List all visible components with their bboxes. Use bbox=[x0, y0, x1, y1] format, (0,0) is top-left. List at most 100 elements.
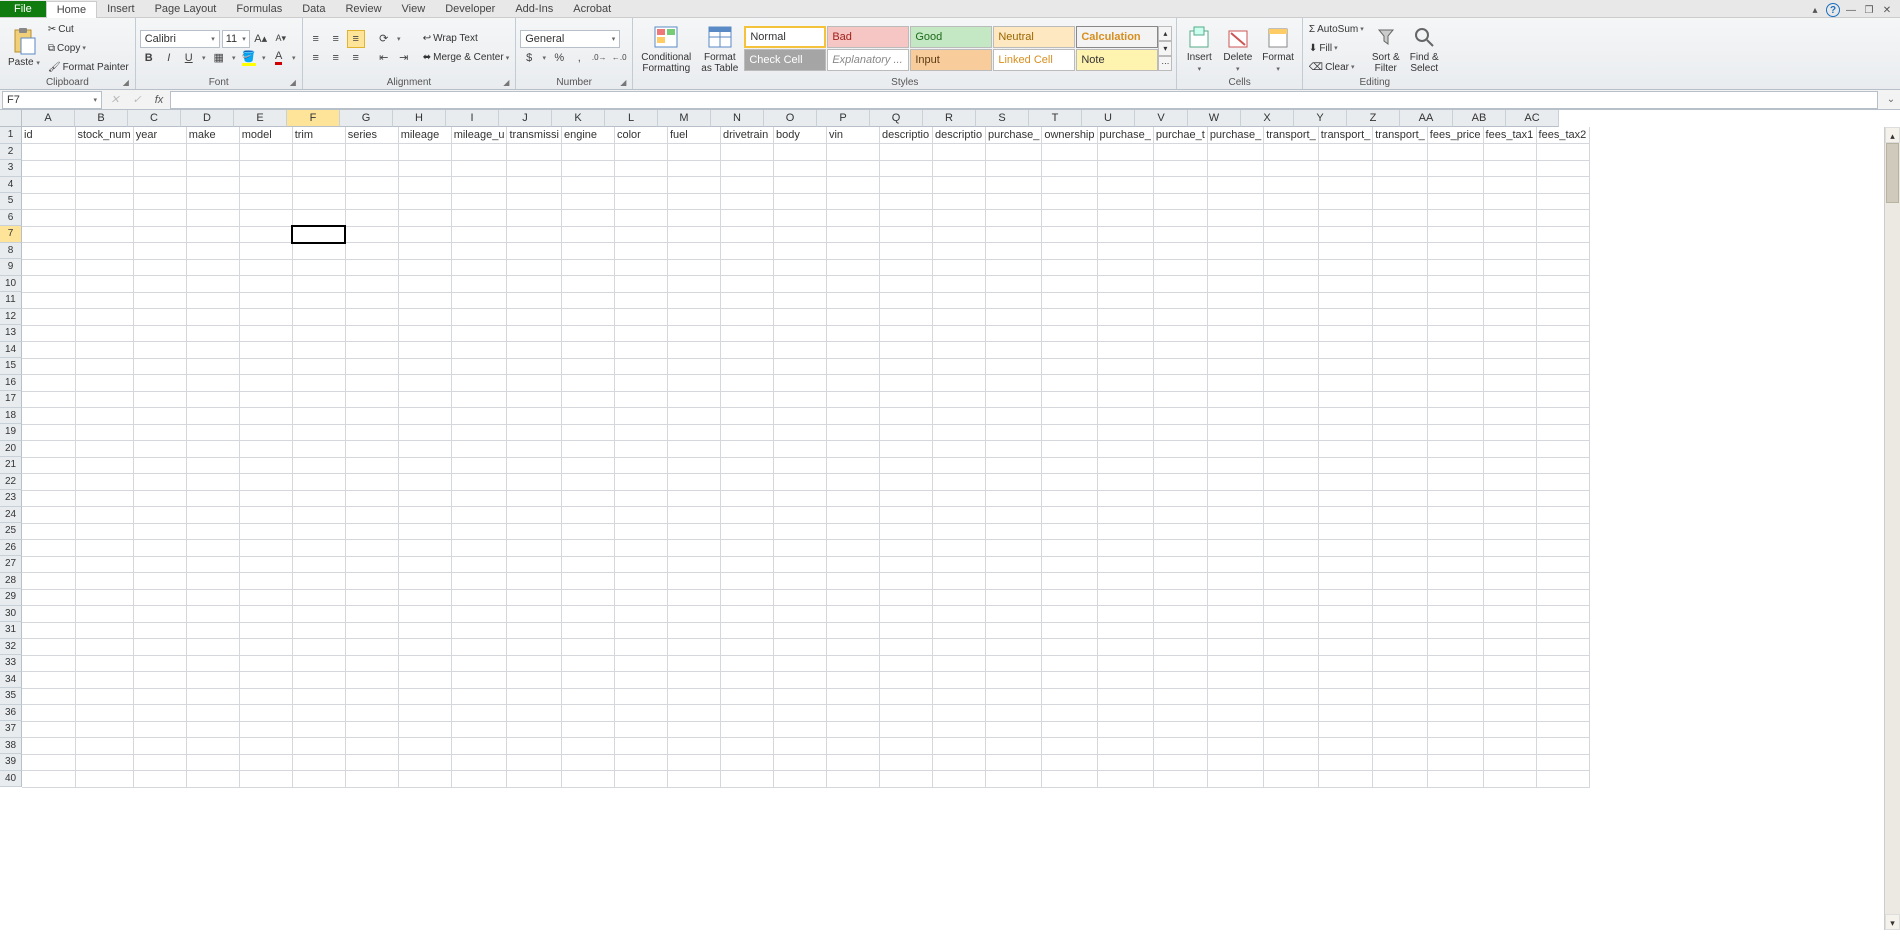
decrease-indent-button[interactable]: ⇤ bbox=[375, 49, 393, 67]
cell-C9[interactable] bbox=[133, 259, 186, 276]
row-header-38[interactable]: 38 bbox=[0, 738, 22, 755]
cell-O7[interactable] bbox=[773, 226, 826, 243]
cell-O23[interactable] bbox=[773, 490, 826, 507]
row-header-16[interactable]: 16 bbox=[0, 375, 22, 392]
cell-X16[interactable] bbox=[1264, 375, 1319, 392]
cell-AC36[interactable] bbox=[1536, 705, 1589, 722]
cell-P33[interactable] bbox=[826, 655, 879, 672]
cell-Y29[interactable] bbox=[1318, 589, 1373, 606]
font-launcher[interactable]: ◢ bbox=[290, 78, 300, 88]
cell-L23[interactable] bbox=[614, 490, 667, 507]
cell-D29[interactable] bbox=[186, 589, 239, 606]
cell-W2[interactable] bbox=[1207, 144, 1263, 161]
cell-E36[interactable] bbox=[239, 705, 292, 722]
cell-E1[interactable]: model bbox=[239, 127, 292, 144]
cell-Y38[interactable] bbox=[1318, 738, 1373, 755]
cell-B25[interactable] bbox=[75, 523, 133, 540]
cell-X19[interactable] bbox=[1264, 424, 1319, 441]
cell-W21[interactable] bbox=[1207, 457, 1263, 474]
cell-X2[interactable] bbox=[1264, 144, 1319, 161]
scroll-down-button[interactable]: ▾ bbox=[1885, 914, 1900, 930]
cell-M7[interactable] bbox=[667, 226, 720, 243]
cell-K38[interactable] bbox=[561, 738, 614, 755]
cell-B16[interactable] bbox=[75, 375, 133, 392]
style-note[interactable]: Note bbox=[1076, 49, 1158, 71]
cell-AC3[interactable] bbox=[1536, 160, 1589, 177]
cell-Z38[interactable] bbox=[1373, 738, 1428, 755]
cell-Y37[interactable] bbox=[1318, 721, 1373, 738]
cell-V39[interactable] bbox=[1153, 754, 1207, 771]
cell-P18[interactable] bbox=[826, 408, 879, 425]
cell-H13[interactable] bbox=[398, 325, 451, 342]
cell-J16[interactable] bbox=[507, 375, 562, 392]
cell-N26[interactable] bbox=[720, 540, 773, 557]
cell-K17[interactable] bbox=[561, 391, 614, 408]
cell-H37[interactable] bbox=[398, 721, 451, 738]
cell-R5[interactable] bbox=[932, 193, 985, 210]
cell-Q28[interactable] bbox=[879, 573, 932, 590]
cell-Q32[interactable] bbox=[879, 639, 932, 656]
cell-F18[interactable] bbox=[292, 408, 345, 425]
cell-H18[interactable] bbox=[398, 408, 451, 425]
percent-button[interactable]: % bbox=[550, 49, 568, 67]
cell-S28[interactable] bbox=[985, 573, 1041, 590]
cell-C5[interactable] bbox=[133, 193, 186, 210]
cell-F5[interactable] bbox=[292, 193, 345, 210]
cell-Q34[interactable] bbox=[879, 672, 932, 689]
cell-AB28[interactable] bbox=[1483, 573, 1536, 590]
cell-W37[interactable] bbox=[1207, 721, 1263, 738]
cell-Y31[interactable] bbox=[1318, 622, 1373, 639]
cell-E31[interactable] bbox=[239, 622, 292, 639]
cell-D35[interactable] bbox=[186, 688, 239, 705]
cell-F8[interactable] bbox=[292, 243, 345, 260]
cell-U35[interactable] bbox=[1097, 688, 1153, 705]
cell-F20[interactable] bbox=[292, 441, 345, 458]
row-header-26[interactable]: 26 bbox=[0, 540, 22, 557]
column-header-Z[interactable]: Z bbox=[1347, 110, 1400, 127]
cell-D3[interactable] bbox=[186, 160, 239, 177]
cell-O35[interactable] bbox=[773, 688, 826, 705]
style-calculation[interactable]: Calculation bbox=[1076, 26, 1158, 48]
cell-N22[interactable] bbox=[720, 474, 773, 491]
cell-T22[interactable] bbox=[1042, 474, 1097, 491]
cell-S27[interactable] bbox=[985, 556, 1041, 573]
cell-S26[interactable] bbox=[985, 540, 1041, 557]
cell-A34[interactable] bbox=[22, 672, 75, 689]
tab-insert[interactable]: Insert bbox=[97, 1, 145, 17]
cell-B19[interactable] bbox=[75, 424, 133, 441]
cell-I14[interactable] bbox=[451, 342, 507, 359]
cell-V25[interactable] bbox=[1153, 523, 1207, 540]
minimize-ribbon-icon[interactable]: ▴ bbox=[1808, 3, 1822, 17]
cell-Y25[interactable] bbox=[1318, 523, 1373, 540]
cell-G28[interactable] bbox=[345, 573, 398, 590]
cell-M30[interactable] bbox=[667, 606, 720, 623]
tab-home[interactable]: Home bbox=[46, 1, 97, 18]
cell-W9[interactable] bbox=[1207, 259, 1263, 276]
cell-K36[interactable] bbox=[561, 705, 614, 722]
cell-G8[interactable] bbox=[345, 243, 398, 260]
cell-G16[interactable] bbox=[345, 375, 398, 392]
cell-T31[interactable] bbox=[1042, 622, 1097, 639]
cell-S7[interactable] bbox=[985, 226, 1041, 243]
cell-T13[interactable] bbox=[1042, 325, 1097, 342]
cell-L30[interactable] bbox=[614, 606, 667, 623]
cell-X40[interactable] bbox=[1264, 771, 1319, 788]
cell-D25[interactable] bbox=[186, 523, 239, 540]
cell-G7[interactable] bbox=[345, 226, 398, 243]
number-launcher[interactable]: ◢ bbox=[620, 78, 630, 88]
cell-V2[interactable] bbox=[1153, 144, 1207, 161]
cell-G3[interactable] bbox=[345, 160, 398, 177]
cell-B15[interactable] bbox=[75, 358, 133, 375]
cell-F38[interactable] bbox=[292, 738, 345, 755]
cell-C12[interactable] bbox=[133, 309, 186, 326]
cell-M1[interactable]: fuel bbox=[667, 127, 720, 144]
cell-N4[interactable] bbox=[720, 177, 773, 194]
enter-formula-button[interactable]: ✓ bbox=[126, 93, 148, 106]
cell-K4[interactable] bbox=[561, 177, 614, 194]
cell-N2[interactable] bbox=[720, 144, 773, 161]
cell-F22[interactable] bbox=[292, 474, 345, 491]
cell-H5[interactable] bbox=[398, 193, 451, 210]
cell-G17[interactable] bbox=[345, 391, 398, 408]
cell-S2[interactable] bbox=[985, 144, 1041, 161]
cell-A13[interactable] bbox=[22, 325, 75, 342]
